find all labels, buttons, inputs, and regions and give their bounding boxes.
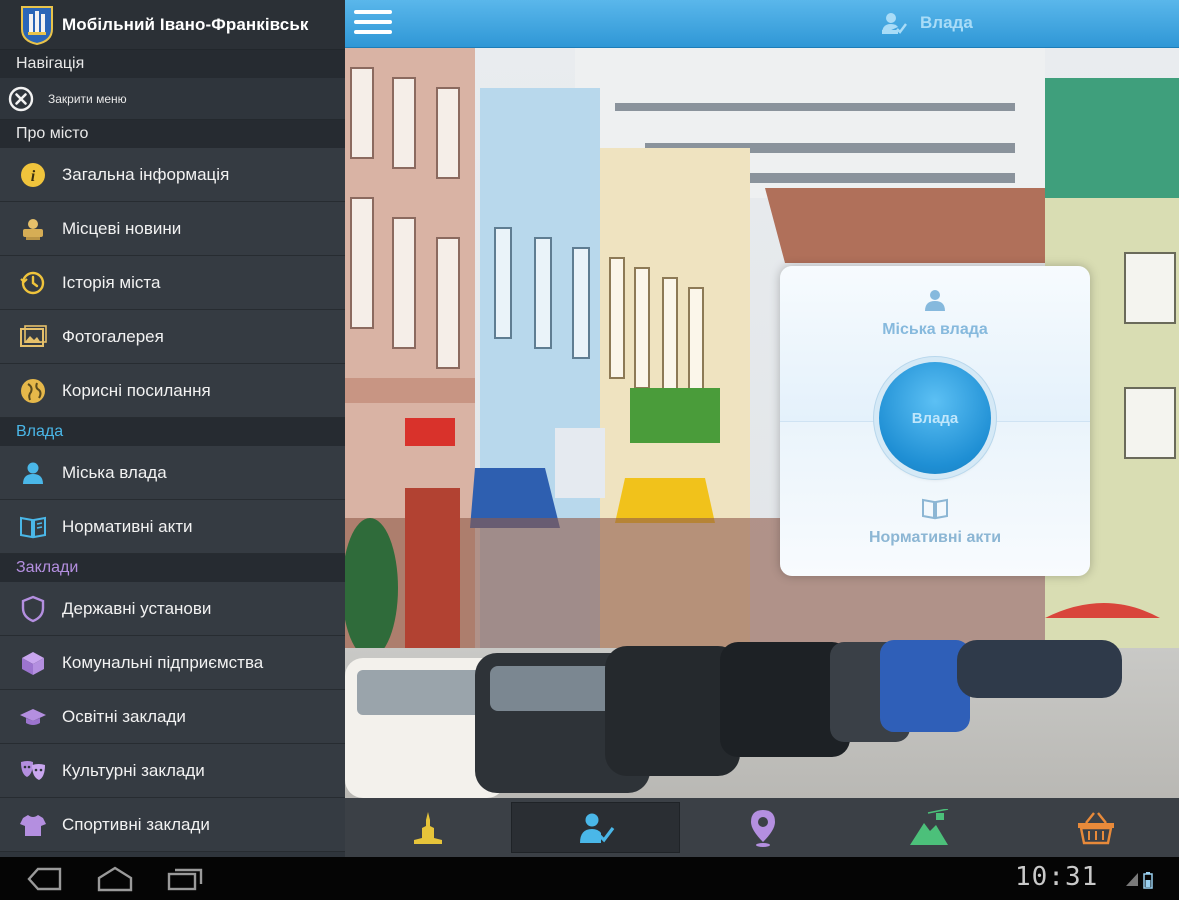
sidebar-item-label: Місцеві новини <box>62 218 182 238</box>
close-icon <box>8 86 34 111</box>
top-bar: Влада <box>345 0 1179 48</box>
app-header: Мобільний Івано-Франківськ <box>0 0 345 50</box>
normative-acts-link[interactable]: Нормативні акти <box>780 498 1090 547</box>
city-crest-icon <box>21 5 53 45</box>
close-menu-label: Закрити меню <box>48 91 127 106</box>
navigation-header: Навігація <box>0 50 345 78</box>
person-check-icon <box>882 13 907 34</box>
authorities-center-button[interactable]: Влада <box>879 362 991 474</box>
person-check-icon <box>579 813 614 843</box>
globe-icon <box>18 376 48 406</box>
authorities-card: Міська влада Влада Нормативні акти <box>780 266 1090 576</box>
book-icon <box>922 498 948 520</box>
city-authorities-label: Міська влада <box>882 321 988 338</box>
svg-text:i: i <box>31 168 36 185</box>
history-icon <box>18 268 48 298</box>
app-title: Мобільний Івано-Франківськ <box>62 14 309 34</box>
tab-city-hall[interactable] <box>345 798 511 857</box>
section-header-authorities: Влада <box>0 418 345 446</box>
status-clock: 10:31 <box>1015 862 1099 892</box>
sidebar-item-communal-enterprises[interactable]: Комунальні підприємства <box>0 636 345 690</box>
close-menu-button[interactable]: Закрити меню <box>0 78 345 120</box>
sidebar-item-label: Комунальні підприємства <box>62 652 264 672</box>
sidebar-item-label: Міська влада <box>62 462 167 482</box>
person-icon <box>925 290 945 311</box>
section-header-institutions: Заклади <box>0 554 345 582</box>
sidebar-item-useful-links[interactable]: Корисні посилання <box>0 364 345 418</box>
sidebar-item-local-news[interactable]: Місцеві новини <box>0 202 345 256</box>
back-icon <box>27 867 62 890</box>
map-pin-icon <box>751 809 776 847</box>
sidebar-item-city-authorities[interactable]: Міська влада <box>0 446 345 500</box>
battery-icon <box>1143 872 1153 889</box>
sidebar: Мобільний Івано-Франківськ Навігація Зак… <box>0 0 345 857</box>
tab-map[interactable] <box>680 798 846 857</box>
sidebar-item-label: Освітні заклади <box>62 706 186 726</box>
sidebar-item-label: Історія міста <box>62 272 161 292</box>
sidebar-item-educational-institutions[interactable]: Освітні заклади <box>0 690 345 744</box>
tshirt-icon <box>18 810 48 840</box>
gallery-icon <box>18 322 48 352</box>
sidebar-item-label: Загальна інформація <box>62 164 230 184</box>
book-icon <box>18 512 48 542</box>
back-button[interactable] <box>20 863 70 895</box>
sidebar-item-sports-institutions[interactable]: Спортивні заклади <box>0 798 345 852</box>
topbar-title-label: Влада <box>920 13 973 32</box>
sidebar-item-state-institutions[interactable]: Державні установи <box>0 582 345 636</box>
recent-apps-icon <box>167 868 203 890</box>
home-icon <box>97 866 133 891</box>
status-icons <box>1125 871 1153 889</box>
sidebar-item-label: Культурні заклади <box>62 760 205 780</box>
hamburger-menu-button[interactable] <box>354 10 392 38</box>
sidebar-item-label: Фотогалерея <box>62 326 164 346</box>
bottom-tab-bar <box>345 798 1179 857</box>
sidebar-item-general-info[interactable]: i Загальна інформація <box>0 148 345 202</box>
shield-icon <box>18 594 48 624</box>
mountain-cablecar-icon <box>910 808 949 845</box>
sidebar-item-photo-gallery[interactable]: Фотогалерея <box>0 310 345 364</box>
system-navigation-bar: 10:31 <box>0 857 1179 900</box>
sidebar-item-label: Корисні посилання <box>62 380 211 400</box>
info-icon: i <box>18 160 48 190</box>
basket-icon <box>1077 811 1114 844</box>
tab-shopping[interactable] <box>1013 798 1179 857</box>
news-icon <box>18 214 48 244</box>
tab-authorities[interactable] <box>511 802 680 853</box>
sidebar-item-city-history[interactable]: Історія міста <box>0 256 345 310</box>
recent-apps-button[interactable] <box>160 863 210 895</box>
box-icon <box>18 648 48 678</box>
sidebar-item-label: Нормативні акти <box>62 516 193 536</box>
authorities-center-label: Влада <box>911 409 959 427</box>
tab-tourism[interactable] <box>846 798 1012 857</box>
sidebar-item-cultural-institutions[interactable]: Культурні заклади <box>0 744 345 798</box>
signal-icon <box>1126 873 1138 886</box>
city-hall-icon <box>414 811 443 844</box>
sidebar-item-label: Спортивні заклади <box>62 814 210 834</box>
topbar-title: Влада <box>880 10 973 36</box>
sidebar-item-normative-acts[interactable]: Нормативні акти <box>0 500 345 554</box>
city-authorities-link[interactable]: Міська влада <box>780 288 1090 339</box>
home-button[interactable] <box>90 863 140 895</box>
section-header-about-city: Про місто <box>0 120 345 148</box>
person-icon <box>18 458 48 488</box>
normative-acts-label: Нормативні акти <box>868 529 1002 546</box>
theater-masks-icon <box>18 756 48 786</box>
graduation-cap-icon <box>18 702 48 732</box>
sidebar-item-label: Державні установи <box>62 598 212 618</box>
